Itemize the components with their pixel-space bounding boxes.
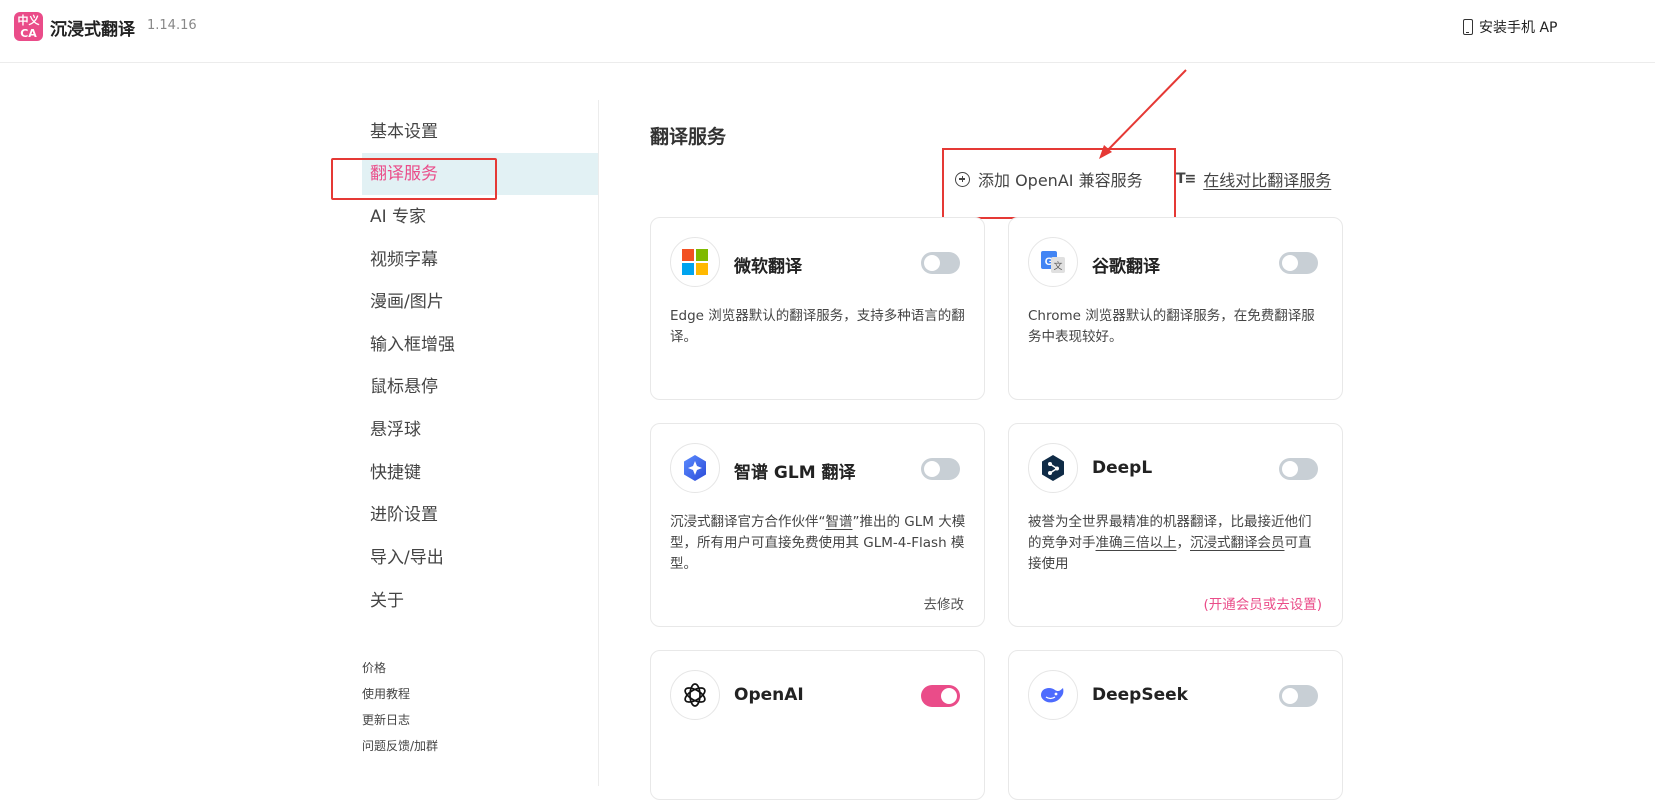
footer-link-tutorial[interactable]: 使用教程 [362, 685, 410, 702]
footer-link-changelog[interactable]: 更新日志 [362, 711, 410, 728]
page-title: 翻译服务 [650, 126, 727, 148]
service-description: Chrome 浏览器默认的翻译服务，在免费翻译服务中表现较好。 [1028, 308, 1315, 345]
service-name: 谷歌翻译 [1092, 257, 1160, 277]
install-mobile-button[interactable]: 安装手机 AP [1463, 17, 1557, 37]
sidebar-item-input-enhance[interactable]: 输入框增强 [362, 324, 598, 366]
service-card-zhipu-glm: 智谱 GLM 翻译 沉浸式翻译官方合作伙伴“智谱”推出的 GLM 大模型，所有用… [650, 423, 985, 627]
zhipu-link[interactable]: 智谱 [826, 514, 853, 530]
service-name: 微软翻译 [734, 257, 802, 277]
sidebar-item-about[interactable]: 关于 [362, 580, 598, 622]
top-header: 中义 CA 沉浸式翻译 1.14.16 安装手机 AP [0, 0, 1655, 63]
service-name: OpenAI [734, 685, 804, 705]
sidebar-item-shortcuts[interactable]: 快捷键 [362, 452, 598, 494]
annotation-box-sidebar [331, 158, 497, 200]
google-translate-icon: G 文 [1028, 237, 1078, 287]
service-name: 智谱 GLM 翻译 [734, 463, 856, 483]
service-toggle[interactable] [1279, 685, 1318, 707]
zhipu-icon [670, 443, 720, 493]
annotation-box-add-openai [942, 148, 1176, 219]
sidebar-item-advanced[interactable]: 进阶设置 [362, 494, 598, 536]
service-card-google: G 文 谷歌翻译 Chrome 浏览器默认的翻译服务，在免费翻译服务中表现较好。 [1008, 217, 1343, 400]
service-name: DeepL [1092, 458, 1153, 478]
sidebar-item-video-subtitle[interactable]: 视频字幕 [362, 239, 598, 281]
service-card-deepseek: DeepSeek [1008, 650, 1343, 800]
membership-settings-link[interactable]: (开通会员或去设置) [1203, 593, 1322, 613]
sidebar-item-manga-image[interactable]: 漫画/图片 [362, 281, 598, 323]
app-version: 1.14.16 [147, 18, 197, 33]
accuracy-link[interactable]: 准确三倍以上 [1096, 535, 1177, 551]
service-card-deepl: DeepL 被誉为全世界最精准的机器翻译，比最接近他们的竞争对手准确三倍以上，沉… [1008, 423, 1343, 627]
desc-text: ， [1176, 535, 1191, 551]
modify-link[interactable]: 去修改 [924, 593, 965, 613]
app-logo-icon: 中义 CA [14, 12, 43, 41]
sidebar-item-mouse-hover[interactable]: 鼠标悬停 [362, 366, 598, 408]
service-card-openai: OpenAI [650, 650, 985, 800]
svg-text:文: 文 [1053, 260, 1062, 272]
deepl-icon [1028, 443, 1078, 493]
service-description: 被誉为全世界最精准的机器翻译，比最接近他们的竞争对手准确三倍以上，沉浸式翻译会员… [1028, 512, 1324, 575]
sidebar-item-basic[interactable]: 基本设置 [362, 111, 598, 153]
text-size-icon: T≡ [1176, 171, 1196, 187]
microsoft-icon [670, 237, 720, 287]
phone-icon [1463, 19, 1473, 35]
service-description: 沉浸式翻译官方合作伙伴“智谱”推出的 GLM 大模型，所有用户可直接免费使用其 … [670, 512, 966, 575]
sidebar-item-import-export[interactable]: 导入/导出 [362, 537, 598, 579]
service-toggle[interactable] [1279, 458, 1318, 480]
service-description: Edge 浏览器默认的翻译服务，支持多种语言的翻译。 [670, 308, 965, 345]
desc-text: 沉浸式翻译官方合作伙伴“ [670, 514, 826, 530]
footer-link-feedback[interactable]: 问题反馈/加群 [362, 737, 438, 754]
service-card-microsoft: 微软翻译 Edge 浏览器默认的翻译服务，支持多种语言的翻译。 [650, 217, 985, 400]
openai-icon [670, 670, 720, 720]
compare-label: 在线对比翻译服务 [1203, 171, 1332, 190]
app-name: 沉浸式翻译 [50, 20, 135, 40]
footer-link-pricing[interactable]: 价格 [362, 659, 386, 676]
logo-text-top: 中义 [17, 13, 40, 27]
service-toggle[interactable] [921, 252, 960, 274]
membership-link[interactable]: 沉浸式翻译会员 [1190, 535, 1285, 551]
logo-text-bottom: CA [20, 26, 37, 40]
service-name: DeepSeek [1092, 685, 1188, 705]
sidebar-item-float-ball[interactable]: 悬浮球 [362, 409, 598, 451]
deepseek-icon [1028, 670, 1078, 720]
service-toggle[interactable] [1279, 252, 1318, 274]
service-toggle[interactable] [921, 458, 960, 480]
sidebar-item-ai-expert[interactable]: AI 专家 [362, 196, 598, 238]
compare-translation-link[interactable]: T≡ 在线对比翻译服务 [1176, 167, 1331, 191]
install-mobile-label: 安装手机 AP [1479, 20, 1558, 36]
service-toggle[interactable] [921, 685, 960, 707]
